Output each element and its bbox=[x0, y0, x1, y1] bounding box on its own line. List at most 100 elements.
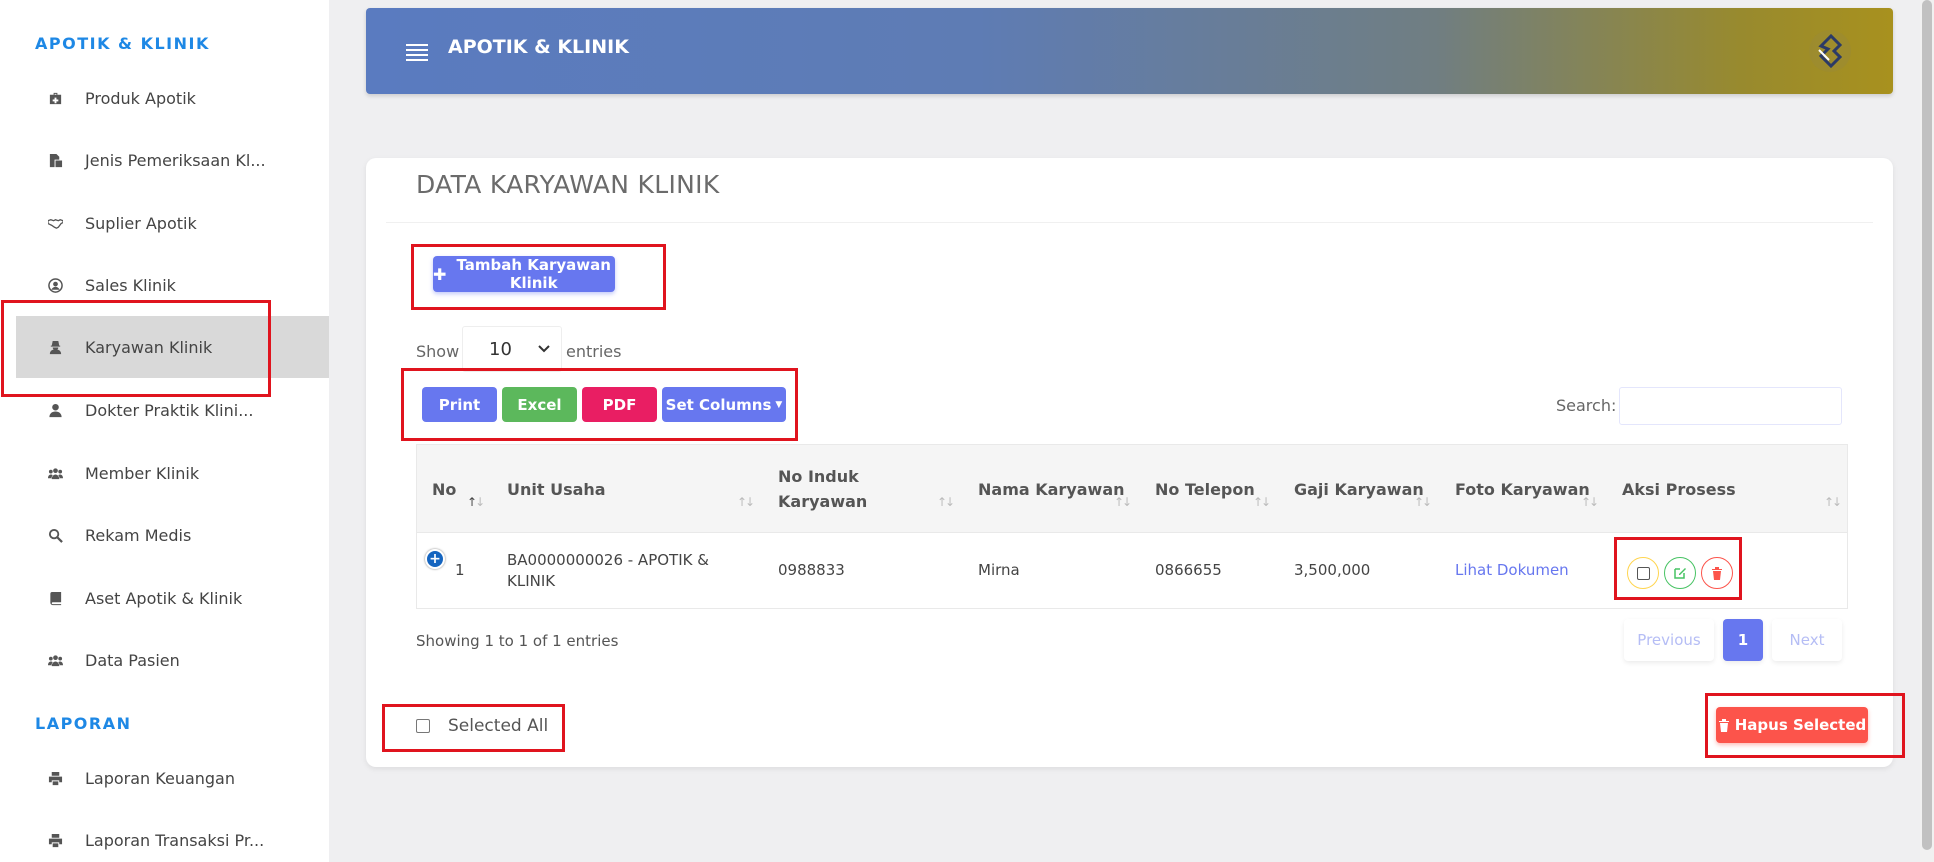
employee-table: No ↑↓ Unit Usaha ↑↓ No Induk Karyawan ↑↓… bbox=[416, 444, 1848, 609]
user-circle-icon bbox=[47, 277, 63, 293]
sidebar-item-laporan-keuangan[interactable]: Laporan Keuangan bbox=[16, 747, 329, 809]
sidebar-item-label: Member Klinik bbox=[85, 463, 200, 483]
cell-unit-line1: BA0000000026 - APOTIK & bbox=[507, 550, 709, 569]
col-header-no[interactable]: No bbox=[432, 445, 456, 533]
col-header-gaji[interactable]: Gaji Karyawan bbox=[1294, 445, 1424, 533]
hamburger-menu-icon[interactable] bbox=[406, 44, 428, 64]
select-all-label: Selected All bbox=[448, 716, 549, 736]
cell-gaji: 3,500,000 bbox=[1294, 561, 1371, 579]
top-header: APOTIK & KLINIK bbox=[366, 8, 1893, 94]
pdf-button[interactable]: PDF bbox=[582, 387, 657, 422]
data-karyawan-card: DATA KARYAWAN KLINIK ✚ Tambah Karyawan K… bbox=[366, 158, 1893, 767]
search-input[interactable] bbox=[1619, 387, 1842, 425]
sort-icon[interactable]: ↑↓ bbox=[467, 495, 485, 509]
row-select-checkbox[interactable] bbox=[1627, 557, 1659, 589]
pagination-page-1[interactable]: 1 bbox=[1723, 619, 1763, 661]
table-info: Showing 1 to 1 of 1 entries bbox=[416, 632, 619, 650]
sort-icon[interactable]: ↑↓ bbox=[1253, 495, 1271, 509]
handshake-icon bbox=[47, 215, 63, 231]
pagination-next[interactable]: Next bbox=[1772, 619, 1842, 661]
sort-icon[interactable]: ↑↓ bbox=[1414, 495, 1432, 509]
select-all-checkbox[interactable] bbox=[416, 719, 430, 733]
view-document-link[interactable]: Lihat Dokumen bbox=[1455, 533, 1569, 608]
col-header-aksi[interactable]: Aksi Prosess bbox=[1622, 445, 1736, 533]
add-employee-label: Tambah Karyawan Klinik bbox=[456, 256, 611, 292]
delete-selected-label: Hapus Selected bbox=[1734, 716, 1867, 734]
cell-nama: Mirna bbox=[978, 561, 1020, 579]
sidebar-item-karyawan-klinik[interactable]: Karyawan Klinik bbox=[16, 316, 329, 378]
col-header-foto[interactable]: Foto Karyawan bbox=[1455, 445, 1590, 533]
sort-icon[interactable]: ↑↓ bbox=[1114, 495, 1132, 509]
sort-icon[interactable]: ↑↓ bbox=[737, 495, 755, 509]
cell-telepon: 0866655 bbox=[1155, 561, 1222, 579]
show-label: Show bbox=[416, 342, 460, 361]
sidebar-item-data-pasien[interactable]: Data Pasien bbox=[16, 629, 329, 691]
sidebar-item-label: Aset Apotik & Klinik bbox=[85, 588, 243, 608]
delete-button[interactable] bbox=[1701, 557, 1733, 589]
brand-logo-icon bbox=[1809, 30, 1851, 72]
excel-button[interactable]: Excel bbox=[502, 387, 577, 422]
sidebar: APOTIK & KLINIK Produk Apotik Jenis Peme… bbox=[0, 0, 329, 862]
caret-down-icon: ▼ bbox=[775, 399, 783, 410]
chevron-down-icon bbox=[538, 345, 550, 353]
cell-unit: BA0000000026 - APOTIK & KLINIK bbox=[507, 533, 709, 608]
user-icon bbox=[47, 402, 63, 418]
col-header-induk[interactable]: No Induk Karyawan bbox=[778, 445, 867, 533]
sidebar-item-jenis-pemeriksaan[interactable]: Jenis Pemeriksaan Kl... bbox=[16, 129, 329, 191]
sidebar-item-rekam-medis[interactable]: Rekam Medis bbox=[16, 504, 329, 566]
set-columns-button[interactable]: Set Columns ▼ bbox=[662, 387, 786, 422]
scrollbar-thumb[interactable] bbox=[1922, 0, 1932, 850]
sidebar-item-produk-apotik[interactable]: Produk Apotik bbox=[16, 67, 329, 129]
sidebar-item-laporan-transaksi[interactable]: Laporan Transaksi Pr... bbox=[16, 809, 329, 862]
sidebar-item-sales-klinik[interactable]: Sales Klinik bbox=[16, 254, 329, 316]
sidebar-item-suplier-apotik[interactable]: Suplier Apotik bbox=[16, 192, 329, 254]
medkit-icon bbox=[47, 90, 63, 106]
pagination-previous[interactable]: Previous bbox=[1624, 619, 1714, 661]
sidebar-item-dokter-praktik[interactable]: Dokter Praktik Klini... bbox=[16, 379, 329, 441]
table-header: No ↑↓ Unit Usaha ↑↓ No Induk Karyawan ↑↓… bbox=[417, 445, 1847, 533]
search-label: Search: bbox=[1556, 396, 1617, 415]
edit-button[interactable] bbox=[1664, 557, 1696, 589]
sidebar-item-label: Laporan Keuangan bbox=[85, 768, 235, 788]
divider bbox=[386, 222, 1873, 223]
sort-icon[interactable]: ↑↓ bbox=[1824, 495, 1842, 509]
col-header-unit[interactable]: Unit Usaha bbox=[507, 445, 606, 533]
cell-no: 1 bbox=[455, 561, 465, 579]
edit-icon bbox=[1674, 568, 1686, 579]
sidebar-item-label: Dokter Praktik Klini... bbox=[85, 400, 254, 420]
print-button[interactable]: Print bbox=[422, 387, 497, 422]
users-icon bbox=[47, 465, 63, 481]
cell-induk: 0988833 bbox=[778, 561, 845, 579]
sidebar-item-label: Karyawan Klinik bbox=[85, 337, 213, 357]
sidebar-section-title: APOTIK & KLINIK bbox=[35, 34, 210, 53]
sidebar-item-member-klinik[interactable]: Member Klinik bbox=[16, 442, 329, 504]
copy-icon bbox=[47, 152, 63, 168]
trash-icon bbox=[1712, 566, 1722, 580]
sidebar-item-label: Jenis Pemeriksaan Kl... bbox=[85, 150, 266, 170]
sort-icon[interactable]: ↑↓ bbox=[937, 495, 955, 509]
header-title: APOTIK & KLINIK bbox=[448, 36, 629, 58]
col-header-nama[interactable]: Nama Karyawan bbox=[978, 445, 1125, 533]
sidebar-item-label: Data Pasien bbox=[85, 650, 180, 670]
sidebar-item-label: Suplier Apotik bbox=[85, 213, 197, 233]
sidebar-item-label: Sales Klinik bbox=[85, 275, 176, 295]
add-employee-button[interactable]: ✚ Tambah Karyawan Klinik bbox=[433, 256, 615, 292]
entries-select[interactable]: 10 bbox=[462, 326, 562, 372]
col-header-induk-line1: No Induk bbox=[778, 467, 859, 486]
trash-icon bbox=[1718, 718, 1729, 732]
col-header-telepon[interactable]: No Telepon bbox=[1155, 445, 1255, 533]
set-columns-label: Set Columns bbox=[665, 395, 772, 414]
expand-row-icon[interactable]: + bbox=[425, 549, 445, 569]
users-icon bbox=[47, 652, 63, 668]
select-all-control[interactable]: Selected All bbox=[416, 716, 548, 736]
page-title: DATA KARYAWAN KLINIK bbox=[416, 170, 720, 199]
sort-icon[interactable]: ↑↓ bbox=[1581, 495, 1599, 509]
sidebar-item-aset-apotik[interactable]: Aset Apotik & Klinik bbox=[16, 567, 329, 629]
search-icon bbox=[47, 527, 63, 543]
delete-selected-button[interactable]: Hapus Selected bbox=[1716, 707, 1868, 743]
book-icon bbox=[47, 590, 63, 606]
print-icon bbox=[47, 770, 63, 786]
sidebar-section-title: LAPORAN bbox=[35, 714, 132, 733]
entries-value: 10 bbox=[489, 338, 512, 360]
sidebar-item-label: Produk Apotik bbox=[85, 88, 196, 108]
